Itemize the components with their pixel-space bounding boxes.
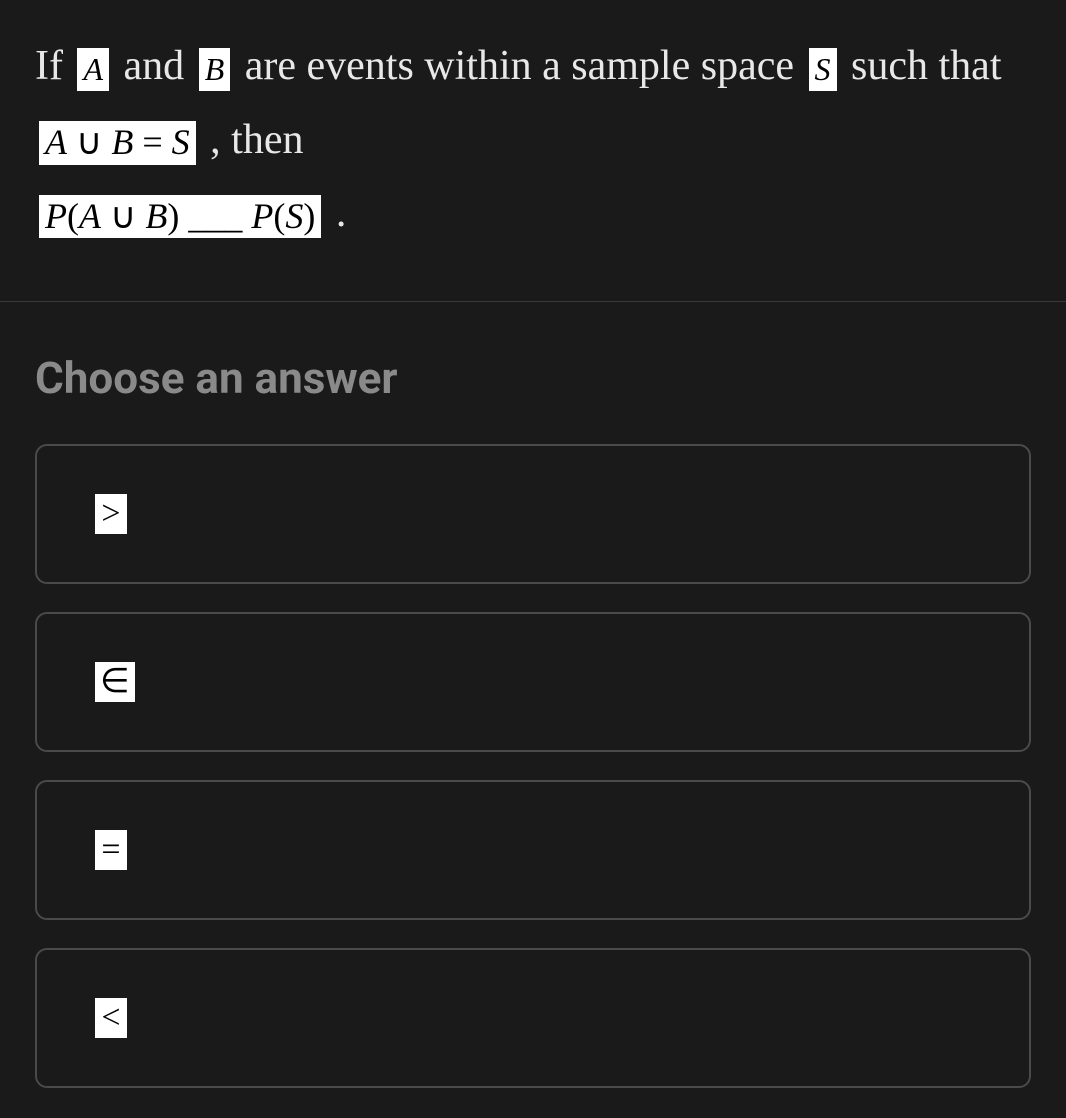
question-section: If A and B are events within a sample sp… [0,0,1066,301]
question-text-part-1: If [35,43,73,89]
question-text-part-2: and [124,43,195,89]
answer-heading: Choose an answer [35,352,1031,404]
question-text-part-5: , then [210,117,303,163]
question-text-part-6: . [336,190,347,236]
answer-option-element-of[interactable]: ∈ [35,612,1031,752]
math-var-b: B [199,48,231,91]
math-symbol-less-than: < [95,998,127,1038]
math-symbol-greater-than: > [95,494,127,534]
question-text-part-3: are events within a sample space [245,43,805,89]
question-text-part-4: such that [851,43,1001,89]
math-var-s: S [809,48,837,91]
math-union-equation: A ∪ B = S [39,121,196,165]
answer-options-list: > ∈ = < [35,444,1031,1088]
math-symbol-equals: = [95,830,127,870]
math-symbol-element-of: ∈ [95,662,135,702]
answer-section: Choose an answer > ∈ = < [0,302,1066,1118]
answer-option-greater-than[interactable]: > [35,444,1031,584]
question-text: If A and B are events within a sample sp… [35,30,1031,251]
answer-option-equals[interactable]: = [35,780,1031,920]
math-var-a: A [77,48,109,91]
math-probability-blank: P(A ∪ B) ___ P(S) [39,195,321,239]
answer-option-less-than[interactable]: < [35,948,1031,1088]
